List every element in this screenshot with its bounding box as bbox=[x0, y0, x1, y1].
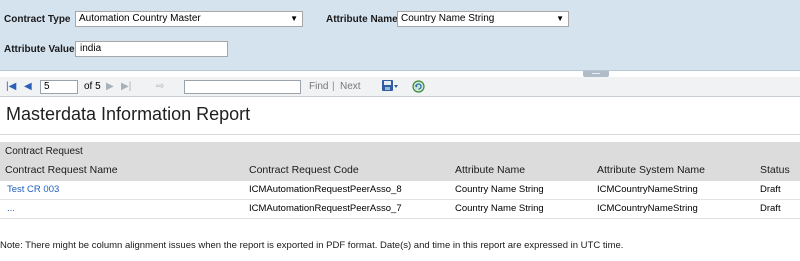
table-cell: Draft bbox=[760, 203, 781, 214]
page-number-input[interactable]: 5 bbox=[40, 80, 78, 94]
back-to-parent-icon[interactable]: ⇨ bbox=[156, 80, 164, 94]
contract-request-name-link[interactable]: Test CR 003 bbox=[7, 184, 59, 195]
report-title: Masterdata Information Report bbox=[6, 104, 251, 124]
contract-type-label: Contract Type bbox=[4, 14, 71, 25]
refresh-icon[interactable] bbox=[412, 80, 425, 98]
column-header: Status bbox=[760, 164, 790, 176]
toolbar-separator: | bbox=[332, 81, 335, 92]
next-page-icon[interactable]: ▶ bbox=[106, 80, 114, 94]
parameter-panel: Contract Type Automation Country Master … bbox=[0, 0, 800, 71]
table-cell: Draft bbox=[760, 184, 781, 195]
find-text-input[interactable] bbox=[184, 80, 301, 94]
attribute-name-label: Attribute Name bbox=[326, 14, 398, 25]
contract-request-name-link[interactable]: ... bbox=[7, 203, 15, 214]
contract-type-value: Automation Country Master bbox=[79, 13, 201, 24]
table-cell: Country Name String bbox=[455, 203, 544, 214]
table-cell: Country Name String bbox=[455, 184, 544, 195]
chevron-down-icon: ▼ bbox=[556, 14, 564, 23]
export-note: Note: There might be column alignment is… bbox=[0, 240, 624, 251]
previous-page-icon[interactable]: ◀ bbox=[24, 80, 32, 94]
attribute-value-input[interactable]: india bbox=[75, 41, 228, 57]
column-header: Attribute Name bbox=[455, 164, 526, 176]
group-title: Contract Request bbox=[5, 146, 83, 157]
row-divider bbox=[0, 199, 800, 200]
column-header: Contract Request Code bbox=[249, 164, 359, 176]
first-page-icon[interactable]: |◀ bbox=[6, 80, 16, 94]
row-divider bbox=[0, 218, 800, 219]
table-cell: ICMAutomationRequestPeerAsso_8 bbox=[249, 184, 402, 195]
find-next-link[interactable]: Next bbox=[340, 80, 361, 94]
report-toolbar: |◀ ◀ 5 of 5 ▶ ▶| ⇨ Find | Next bbox=[0, 77, 800, 97]
title-divider bbox=[0, 134, 800, 135]
find-link[interactable]: Find bbox=[309, 80, 328, 94]
last-page-icon[interactable]: ▶| bbox=[121, 80, 131, 94]
table-cell: ICMCountryNameString bbox=[597, 203, 698, 214]
column-header: Contract Request Name bbox=[5, 164, 118, 176]
attribute-name-select[interactable]: Country Name String ▼ bbox=[397, 11, 569, 27]
attribute-value-label: Attribute Value bbox=[4, 44, 75, 55]
page-count-text: of 5 bbox=[84, 81, 101, 92]
attribute-name-value: Country Name String bbox=[401, 13, 495, 24]
table-cell: ICMCountryNameString bbox=[597, 184, 698, 195]
save-disk-icon[interactable] bbox=[381, 79, 399, 98]
contract-type-select[interactable]: Automation Country Master ▼ bbox=[75, 11, 303, 27]
chevron-down-icon: ▼ bbox=[290, 14, 298, 23]
column-header: Attribute System Name bbox=[597, 164, 705, 176]
table-cell: ICMAutomationRequestPeerAsso_7 bbox=[249, 203, 402, 214]
